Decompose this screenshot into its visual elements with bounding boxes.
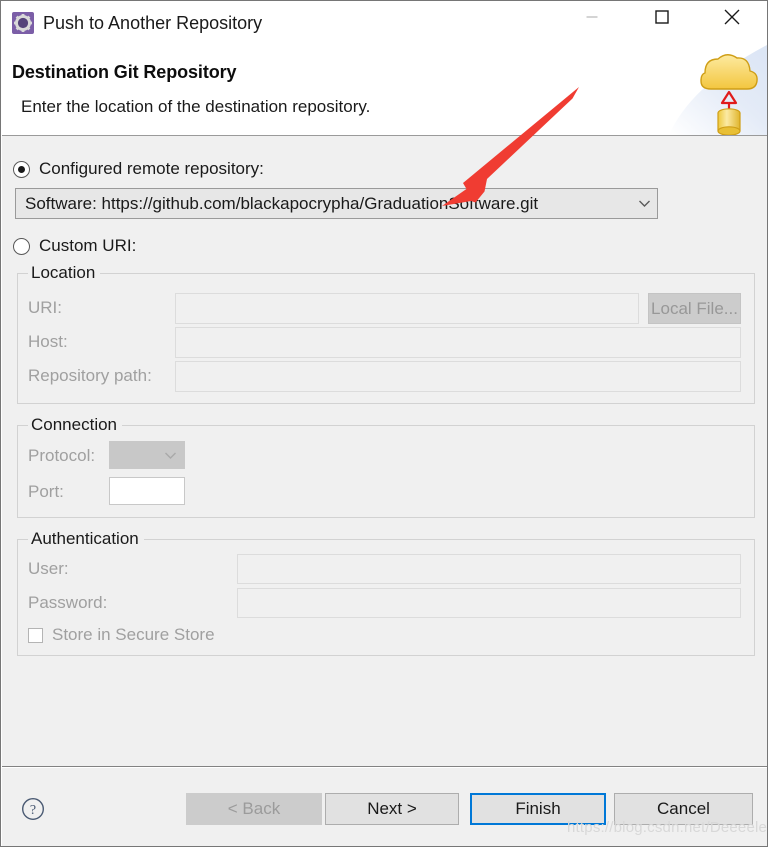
- connection-group-title: Connection: [28, 415, 123, 435]
- port-label: Port:: [28, 482, 64, 501]
- store-in-secure-store-checkbox[interactable]: Store in Secure Store: [28, 625, 215, 645]
- help-icon[interactable]: ?: [21, 797, 45, 821]
- radio-custom-uri-label: Custom URI:: [39, 236, 137, 255]
- svg-text:?: ?: [30, 803, 36, 818]
- radio-custom-uri[interactable]: Custom URI:: [13, 236, 136, 256]
- store-in-secure-store-label: Store in Secure Store: [52, 625, 215, 644]
- repository-path-input[interactable]: [175, 361, 741, 392]
- close-button[interactable]: [709, 1, 755, 33]
- wizard-body: Configured remote repository: Software: …: [2, 136, 767, 767]
- authentication-group-title: Authentication: [28, 529, 144, 549]
- remote-repository-dropdown-value: Software: https://github.com/blackapocry…: [25, 193, 539, 213]
- chevron-down-icon: [156, 451, 184, 460]
- location-group-title: Location: [28, 263, 101, 283]
- chevron-down-icon: [631, 199, 657, 208]
- push-to-cloud-icon: [657, 45, 767, 135]
- cancel-button[interactable]: Cancel: [614, 793, 753, 825]
- wizard-header: Destination Git Repository Enter the loc…: [2, 45, 767, 136]
- radio-configured-remote-repository-mark: [13, 160, 30, 178]
- store-in-secure-store-checkbox-mark: [28, 627, 43, 643]
- push-to-another-repository-dialog: Push to Another Repository Destination G…: [0, 0, 768, 847]
- radio-configured-remote-repository-label: Configured remote repository:: [39, 159, 264, 178]
- page-title: Destination Git Repository: [12, 62, 237, 82]
- radio-configured-remote-repository[interactable]: Configured remote repository:: [13, 159, 264, 179]
- radio-custom-uri-mark: [13, 237, 30, 255]
- user-input[interactable]: [237, 554, 741, 584]
- host-input[interactable]: [175, 327, 741, 358]
- password-label: Password:: [28, 593, 108, 612]
- minimize-button[interactable]: [569, 1, 615, 33]
- authentication-group: Authentication User: Password: Store in …: [17, 529, 755, 656]
- uri-label: URI:: [28, 298, 62, 317]
- back-button[interactable]: < Back: [186, 793, 322, 825]
- connection-group: Connection Protocol: Port:: [17, 415, 755, 518]
- user-label: User:: [28, 559, 69, 578]
- host-label: Host:: [28, 332, 68, 351]
- gear-icon: [12, 12, 34, 34]
- protocol-dropdown[interactable]: [109, 441, 185, 469]
- repository-path-label: Repository path:: [28, 366, 152, 385]
- title-bar: Push to Another Repository: [1, 1, 767, 45]
- remote-repository-dropdown[interactable]: Software: https://github.com/blackapocry…: [15, 188, 658, 219]
- protocol-label: Protocol:: [28, 446, 96, 465]
- local-file-button[interactable]: Local File...: [648, 293, 741, 324]
- location-group: Location URI: Local File... Host: Reposi…: [17, 263, 755, 404]
- uri-input[interactable]: [175, 293, 639, 324]
- finish-button[interactable]: Finish: [470, 793, 606, 825]
- next-button[interactable]: Next >: [325, 793, 459, 825]
- maximize-button[interactable]: [639, 1, 685, 33]
- password-input[interactable]: [237, 588, 741, 618]
- page-description: Enter the location of the destination re…: [21, 97, 371, 116]
- window-title: Push to Another Repository: [43, 13, 263, 33]
- port-input[interactable]: [109, 477, 185, 505]
